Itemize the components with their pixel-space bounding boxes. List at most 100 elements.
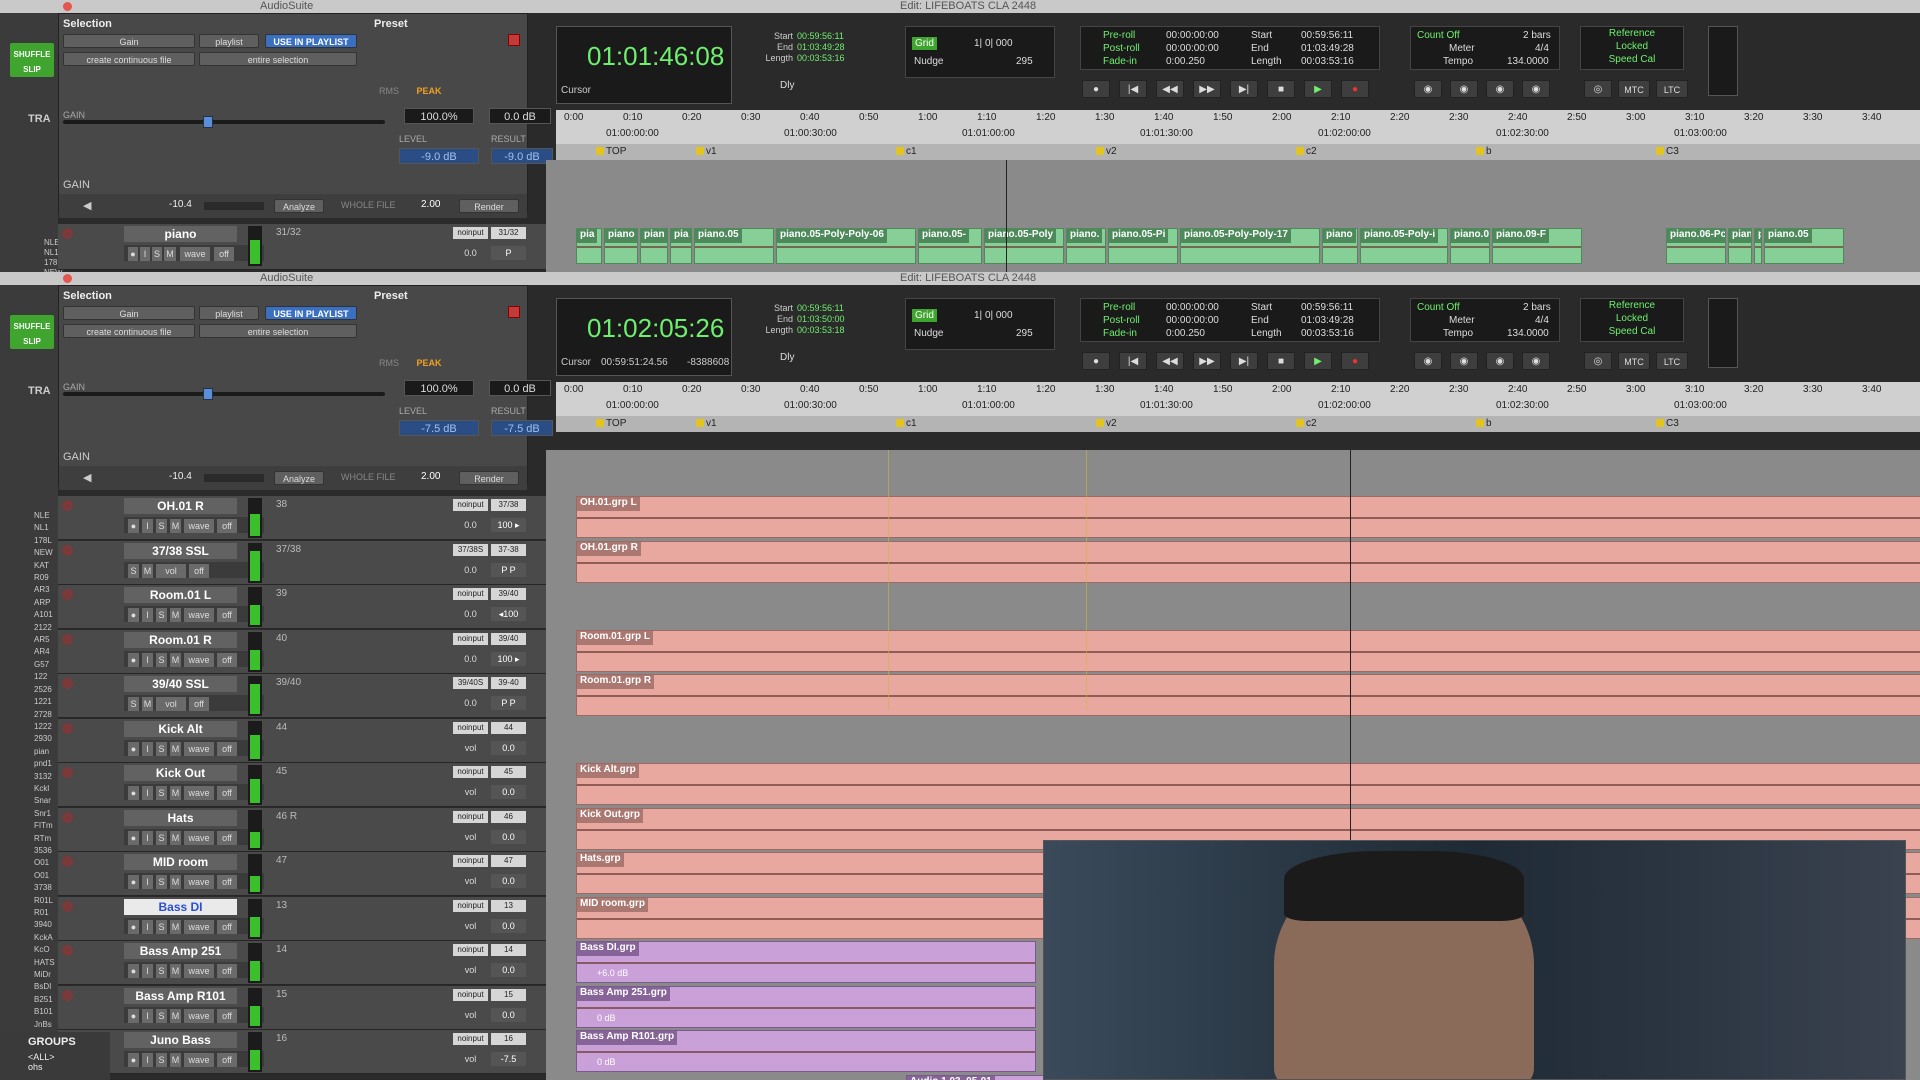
input-selector[interactable]: noinput — [453, 588, 488, 600]
input-selector[interactable]: noinput — [453, 899, 488, 912]
solo-btn[interactable]: S — [152, 247, 162, 261]
record-enable-icon[interactable] — [62, 500, 73, 511]
track-btn-M[interactable]: M — [142, 563, 153, 578]
clip[interactable]: Room.01.grp L — [576, 629, 1920, 672]
marker-c1[interactable]: c1 — [896, 146, 917, 157]
input-selector[interactable]: noinput — [453, 810, 488, 823]
analyze-button[interactable]: Analyze — [274, 199, 324, 213]
output-selector[interactable]: 39/40 — [491, 588, 526, 600]
plugin-select-button[interactable]: Gain — [63, 34, 195, 48]
clip[interactable]: piano.05-Poly-Poly-17 — [1180, 228, 1320, 264]
play-icon[interactable]: ▶ — [1304, 80, 1332, 98]
pp-length-value[interactable]: 00:03:53:16 — [1301, 327, 1354, 340]
track-btn-●[interactable]: ● — [128, 741, 139, 756]
output-selector[interactable]: 37-38 — [491, 543, 526, 556]
track-btn-M[interactable]: M — [170, 652, 181, 667]
track-btn-S[interactable]: S — [156, 786, 167, 800]
close-window-icon[interactable] — [63, 2, 72, 11]
track-btn-vol[interactable]: vol — [156, 563, 186, 578]
track-btn-I[interactable]: I — [142, 652, 153, 667]
track-btn-off[interactable]: off — [217, 964, 237, 978]
track-btn-off[interactable]: off — [217, 1053, 237, 1067]
playlist-button[interactable]: playlist — [199, 34, 259, 48]
track-btn-S[interactable]: S — [156, 919, 167, 934]
preview-icon[interactable]: ◀ — [83, 199, 91, 212]
grid-nudge-box[interactable]: Grid 1| 0| 000 Nudge 295 — [905, 26, 1055, 78]
track-btn-M[interactable]: M — [170, 741, 181, 756]
clip[interactable]: Bass Amp 251.grp 0 dB — [576, 985, 1036, 1028]
preview-icon[interactable]: ◀ — [83, 471, 91, 484]
marker-c1[interactable]: c1 — [896, 418, 917, 429]
track-btn-M[interactable]: M — [170, 875, 181, 889]
punch-icon[interactable]: ◉ — [1450, 352, 1478, 370]
click-icon[interactable]: ◉ — [1522, 352, 1550, 370]
pan-value[interactable]: ◂100 — [491, 607, 526, 621]
track-btn-wave[interactable]: wave — [184, 1053, 214, 1067]
track-btn-S[interactable]: S — [156, 741, 167, 756]
track-btn-vol[interactable]: vol — [156, 697, 186, 711]
track-btn-M[interactable]: M — [170, 1008, 181, 1023]
record-enable-icon[interactable] — [62, 811, 73, 823]
volume-value[interactable]: vol — [453, 1052, 488, 1066]
peak-button[interactable]: PEAK — [409, 356, 449, 370]
handle-length[interactable]: 2.00 — [421, 199, 440, 210]
selection-mode-button[interactable]: entire selection — [199, 52, 357, 66]
track-btn-●[interactable]: ● — [128, 786, 139, 800]
end-value[interactable]: 01:03:50:00 — [797, 314, 845, 324]
gain-percent-field[interactable]: 100.0% — [404, 380, 474, 396]
pp-start-value[interactable]: 00:59:56:11 — [1301, 301, 1353, 314]
volume-value[interactable]: vol — [453, 830, 488, 844]
volume-value[interactable]: 0.0 — [453, 696, 488, 710]
output-selector[interactable]: 39/40 — [491, 632, 526, 645]
ruler-bottom[interactable]: 0:00 0:10 0:20 0:30 0:40 0:50 1:00 1:10 1:20 1:30… — [556, 382, 1920, 416]
input-selector[interactable]: noinput — [453, 1033, 488, 1045]
clip[interactable]: pian — [640, 228, 668, 264]
track-btn-wave[interactable]: wave — [184, 830, 214, 845]
gain-slider-thumb[interactable] — [203, 116, 213, 128]
record-icon[interactable]: ● — [1341, 80, 1369, 98]
click-icon[interactable]: ◉ — [1522, 80, 1550, 98]
track-btn-wave[interactable]: wave — [184, 964, 214, 978]
track-btn-off[interactable]: off — [217, 1008, 237, 1023]
input-btn[interactable]: I — [140, 247, 150, 261]
count-off-label[interactable]: Count Off — [1417, 301, 1460, 314]
meter-label[interactable]: Meter — [1449, 314, 1475, 327]
pan-value[interactable]: P — [491, 246, 526, 260]
stop-icon[interactable]: ■ — [1267, 80, 1295, 98]
track-btn-I[interactable]: I — [142, 919, 153, 934]
track-name[interactable]: 39/40 SSL — [124, 676, 237, 692]
track-btn-●[interactable]: ● — [128, 519, 139, 533]
fadein-label[interactable]: Fade-in — [1103, 55, 1137, 68]
loop-icon[interactable]: ◉ — [1414, 352, 1442, 370]
rtz-icon[interactable]: |◀ — [1119, 80, 1147, 98]
track-name[interactable]: 37/38 SSL — [124, 542, 237, 559]
pp-end-value[interactable]: 01:03:49:28 — [1301, 314, 1354, 327]
track-name[interactable]: MID room — [124, 854, 237, 870]
clip[interactable]: Bass DI.grp +6.0 dB — [576, 941, 1036, 983]
record-enable-icon[interactable] — [62, 767, 73, 778]
gain-slider-thumb[interactable] — [203, 388, 213, 400]
track-btn-●[interactable]: ● — [128, 875, 139, 889]
sync-icon[interactable]: ◎ — [1584, 80, 1612, 98]
grid-label[interactable]: Grid — [912, 309, 937, 322]
pan-value[interactable]: 0.0 — [491, 829, 526, 844]
clip[interactable]: piano — [604, 228, 638, 264]
volume-value[interactable]: 0.0 — [453, 652, 488, 666]
volume-value[interactable]: 0.0 — [453, 607, 488, 621]
render-button[interactable]: Render — [459, 199, 519, 213]
output-selector[interactable]: 45 — [491, 766, 526, 778]
preroll-value[interactable]: 00:00:00:00 — [1166, 301, 1219, 314]
punch-icon[interactable]: ◉ — [1450, 80, 1478, 98]
marker-c3[interactable]: C3 — [1656, 146, 1679, 157]
track-btn-M[interactable]: M — [170, 919, 181, 934]
preroll-box[interactable]: Pre-roll 00:00:00:00 Post-roll 00:00:00:00 F… — [1080, 26, 1380, 70]
preroll-value[interactable]: 00:00:00:00 — [1166, 29, 1219, 42]
track-btn-●[interactable]: ● — [128, 830, 139, 845]
input-selector[interactable]: noinput — [453, 721, 488, 734]
record-enable-icon[interactable] — [62, 989, 73, 1001]
grid-value[interactable]: 1| 0| 000 — [974, 37, 1013, 50]
file-mode-button[interactable]: create continuous file — [63, 52, 195, 66]
pp-end-value[interactable]: 01:03:49:28 — [1301, 42, 1354, 55]
output-selector[interactable]: 44 — [491, 721, 526, 734]
ltc-button[interactable]: LTC — [1656, 80, 1688, 98]
